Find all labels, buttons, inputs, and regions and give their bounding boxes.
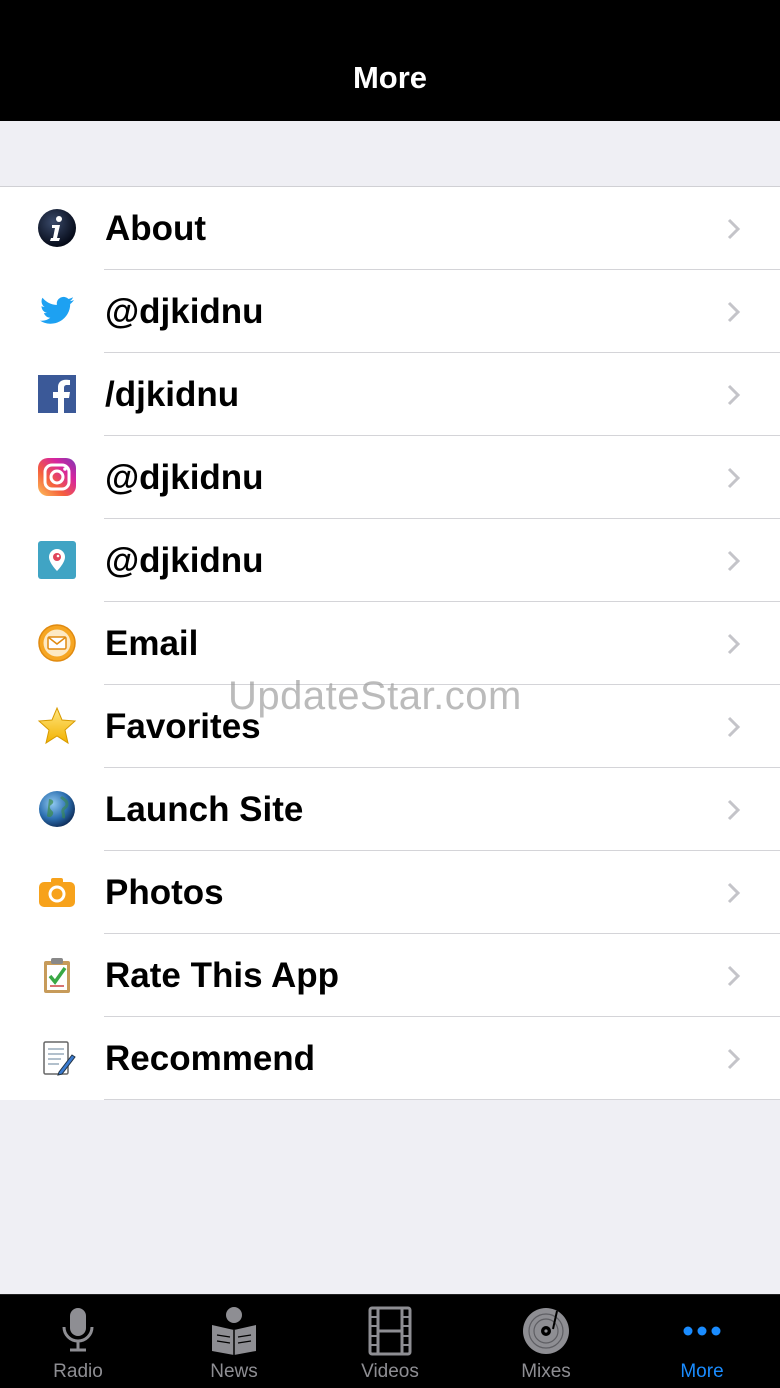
tab-label: Mixes [521, 1361, 571, 1382]
tab-mixes[interactable]: Mixes [468, 1295, 624, 1388]
menu-item-email[interactable]: Email [0, 602, 780, 685]
row-divider [104, 1099, 780, 1100]
tab-label: Radio [53, 1361, 103, 1382]
twitter-icon [37, 291, 77, 331]
chevron-right-icon [726, 632, 742, 656]
tab-label: News [210, 1361, 258, 1382]
tab-label: Videos [361, 1361, 419, 1382]
menu-item-favorites[interactable]: Favorites [0, 685, 780, 768]
menu-item-twitter[interactable]: @djkidnu [0, 270, 780, 353]
tab-radio[interactable]: Radio [0, 1295, 156, 1388]
menu-item-label: @djkidnu [105, 292, 264, 331]
menu-item-label: @djkidnu [105, 458, 264, 497]
instagram-icon [37, 457, 77, 497]
menu-item-label: Launch Site [105, 790, 304, 829]
tab-label: More [680, 1361, 724, 1382]
clipboard-check-icon [37, 955, 77, 995]
tab-news[interactable]: News [156, 1295, 312, 1388]
menu-item-photos[interactable]: Photos [0, 851, 780, 934]
menu-item-label: Rate This App [105, 956, 339, 995]
facebook-icon [37, 374, 77, 414]
camera-icon [37, 872, 77, 912]
menu-item-recommend[interactable]: Recommend [0, 1017, 780, 1100]
chevron-right-icon [726, 715, 742, 739]
notepad-pencil-icon [37, 1038, 77, 1078]
chevron-right-icon [726, 383, 742, 407]
menu-item-label: Photos [105, 873, 224, 912]
page-title: More [352, 60, 428, 95]
newspaper-reader-icon [207, 1305, 261, 1357]
menu-item-instagram[interactable]: @djkidnu [0, 436, 780, 519]
chevron-right-icon [726, 466, 742, 490]
info-icon [37, 208, 77, 248]
menu-item-label: Email [105, 624, 199, 663]
tab-more[interactable]: More [624, 1295, 780, 1388]
periscope-icon [37, 540, 77, 580]
globe-icon [37, 789, 77, 829]
menu-item-label: Favorites [105, 707, 261, 746]
menu-item-label: About [105, 209, 207, 248]
tab-videos[interactable]: Videos [312, 1295, 468, 1388]
tab-bar: Radio News Videos Mixes More [0, 1294, 780, 1388]
chevron-right-icon [726, 881, 742, 905]
menu-item-label: Recommend [105, 1039, 316, 1078]
navigation-bar: More [0, 0, 780, 121]
more-menu-list: About @djkidnu /djkidnu @djkidnu @djkidn… [0, 186, 780, 1100]
menu-item-label: @djkidnu [105, 541, 264, 580]
menu-item-launch-site[interactable]: Launch Site [0, 768, 780, 851]
chevron-right-icon [726, 217, 742, 241]
star-icon [37, 706, 77, 746]
more-dots-icon [675, 1305, 729, 1357]
chevron-right-icon [726, 549, 742, 573]
microphone-icon [51, 1305, 105, 1357]
menu-item-facebook[interactable]: /djkidnu [0, 353, 780, 436]
menu-item-label: /djkidnu [105, 375, 240, 414]
menu-item-periscope[interactable]: @djkidnu [0, 519, 780, 602]
vinyl-disc-icon [519, 1305, 573, 1357]
chevron-right-icon [726, 964, 742, 988]
menu-item-about[interactable]: About [0, 187, 780, 270]
chevron-right-icon [726, 300, 742, 324]
chevron-right-icon [726, 798, 742, 822]
menu-item-rate-this-app[interactable]: Rate This App [0, 934, 780, 1017]
film-strip-icon [363, 1305, 417, 1357]
email-icon [37, 623, 77, 663]
chevron-right-icon [726, 1047, 742, 1071]
